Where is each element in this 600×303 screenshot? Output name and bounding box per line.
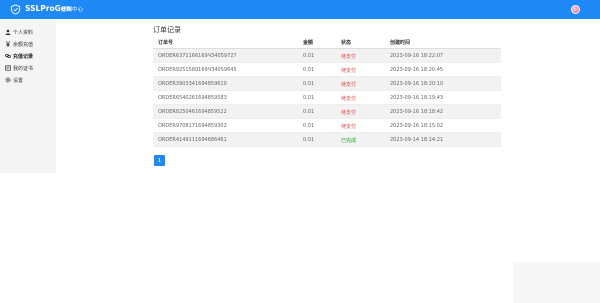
table-row: ORDER6371166169ЧЗ4059727 0.01 待支付 2023-09-1… — [153, 49, 501, 63]
user-avatar[interactable] — [571, 5, 580, 14]
amount-cell: 0.01 — [303, 123, 315, 129]
column-header-order: 订单号 — [158, 40, 174, 46]
top-navbar: SSLProGen 控制中心 — [0, 0, 600, 19]
order-number-cell: ORDER6540261694859583 — [158, 95, 227, 101]
table-row: ORDER8250461694859522 0.01 待支付 2023-09-16 1… — [153, 105, 501, 119]
corner-panel — [513, 262, 600, 303]
amount-cell: 0.01 — [303, 67, 315, 73]
amount-cell: 0.01 — [303, 81, 315, 87]
certificate-icon — [5, 65, 11, 71]
column-header-time: 创建时间 — [390, 40, 411, 46]
amount-cell: 0.01 — [303, 95, 315, 101]
created-time-cell: 2023-09-16 18:18:42 — [390, 109, 444, 115]
sidebar-item-label: 我的证书 — [13, 65, 34, 72]
table-header: 订单号 金额 状态 创建时间 — [153, 37, 501, 49]
sidebar-item-certificates[interactable]: 我的证书 — [5, 63, 33, 73]
order-number-cell: ORDER9708171694859302 — [158, 123, 227, 129]
table-row: ORDER6540261694859583 0.01 待支付 2023-09-16 1… — [153, 91, 501, 105]
link-icon — [5, 54, 11, 58]
created-time-cell: 2023-09-14 18:14:21 — [390, 137, 444, 143]
table-row: ORDER4149111694686461 0.01 已完成 2023-09-14 1… — [153, 133, 501, 147]
status-cell: 待支付 — [341, 82, 357, 88]
order-number-cell: ORDER9251580169ЧЗ4059645 — [158, 67, 237, 73]
order-number-cell: ORDER8250461694859522 — [158, 109, 227, 115]
created-time-cell: 2023-09-16 18:19:43 — [390, 95, 444, 101]
amount-cell: 0.01 — [303, 109, 315, 115]
shield-logo-icon[interactable] — [10, 4, 21, 15]
sidebar-item-label: 个人资料 — [13, 29, 34, 36]
control-center-link[interactable]: 控制中心 — [61, 5, 83, 13]
sidebar-item-profile[interactable]: 个人资料 — [5, 27, 33, 37]
user-icon — [5, 29, 11, 35]
sidebar-item-recharge[interactable]: 余额充值 — [5, 39, 33, 49]
table-row: ORDER3903341694859610 0.01 待支付 2023-09-16 1… — [153, 77, 501, 91]
status-cell: 待支付 — [341, 124, 357, 130]
status-cell: 待支付 — [341, 54, 357, 60]
table-row: ORDER9708171694859302 0.01 待支付 2023-09-16 1… — [153, 119, 501, 133]
sidebar-item-recharge-records[interactable]: 充值记录 — [5, 51, 33, 61]
column-header-status: 状态 — [341, 40, 352, 46]
sidebar-item-settings[interactable]: 设置 — [5, 75, 23, 85]
created-time-cell: 2023-09-16 18:22:07 — [390, 53, 444, 59]
sidebar-item-label: 余额充值 — [13, 41, 34, 48]
status-cell: 待支付 — [341, 110, 357, 116]
created-time-cell: 2023-09-16 18:15:02 — [390, 123, 444, 129]
created-time-cell: 2023-09-16 18:20:45 — [390, 67, 444, 73]
created-time-cell: 2023-09-16 18:20:10 — [390, 81, 444, 87]
page-title: 订单记录 — [153, 26, 181, 34]
status-cell: 已完成 — [341, 138, 357, 144]
status-cell: 待支付 — [341, 68, 357, 74]
order-number-cell: ORDER3903341694859610 — [158, 81, 227, 87]
table-row: ORDER9251580169ЧЗ4059645 0.01 待支付 2023-09-1… — [153, 63, 501, 77]
amount-cell: 0.01 — [303, 137, 315, 143]
order-number-cell: ORDER6371166169ЧЗ4059727 — [158, 53, 237, 59]
order-number-cell: ORDER4149111694686461 — [158, 137, 227, 143]
pagination-page-1[interactable]: 1 — [154, 155, 165, 166]
yen-icon — [5, 41, 11, 47]
amount-cell: 0.01 — [303, 53, 315, 59]
gear-icon — [5, 77, 11, 83]
sidebar-item-label: 充值记录 — [13, 53, 34, 60]
column-header-amount: 金额 — [303, 40, 314, 46]
sidebar: 个人资料 余额充值 充值记录 我的证书 设置 — [0, 19, 56, 173]
status-cell: 待支付 — [341, 96, 357, 102]
sidebar-item-label: 设置 — [13, 77, 24, 84]
